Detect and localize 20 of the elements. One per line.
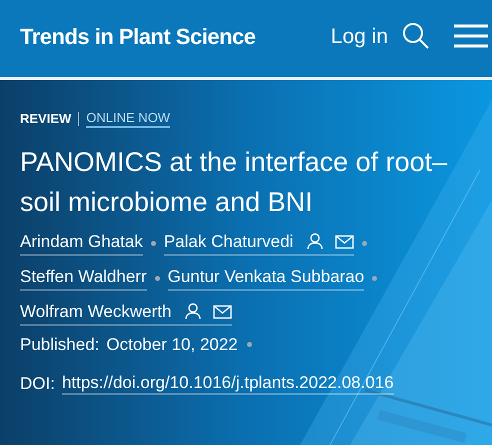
person-icon[interactable] bbox=[185, 303, 202, 320]
author-link[interactable]: Arindam Ghatak bbox=[20, 230, 143, 252]
author-link[interactable]: Palak Chaturvedi bbox=[164, 230, 294, 252]
author-link[interactable]: Guntur Venkata Subbarao bbox=[168, 266, 364, 288]
doi-link[interactable]: https://doi.org/10.1016/j.tplants.2022.08.016 bbox=[62, 372, 394, 395]
published-date: October 10, 2022 bbox=[106, 334, 238, 356]
mail-icon[interactable] bbox=[213, 304, 232, 318]
author-link[interactable]: Steffen Waldherr bbox=[20, 266, 147, 288]
person-icon[interactable] bbox=[307, 233, 324, 250]
online-now-link[interactable]: ONLINE NOW bbox=[86, 110, 170, 128]
journal-logo[interactable]: Trends in Plant Science bbox=[20, 20, 256, 53]
doi-label: DOI: bbox=[20, 373, 55, 395]
article-title: PANOMICS at the interface of root–soil microbiome and BNI bbox=[20, 146, 448, 218]
login-link[interactable]: Log in bbox=[330, 20, 388, 52]
search-icon[interactable] bbox=[402, 22, 430, 50]
mail-icon[interactable] bbox=[335, 234, 354, 248]
article-type: REVIEW bbox=[20, 110, 72, 128]
menu-icon[interactable] bbox=[454, 24, 488, 48]
published-label: Published: bbox=[20, 334, 100, 356]
author-link[interactable]: Wolfram Weckwerth bbox=[20, 300, 172, 322]
